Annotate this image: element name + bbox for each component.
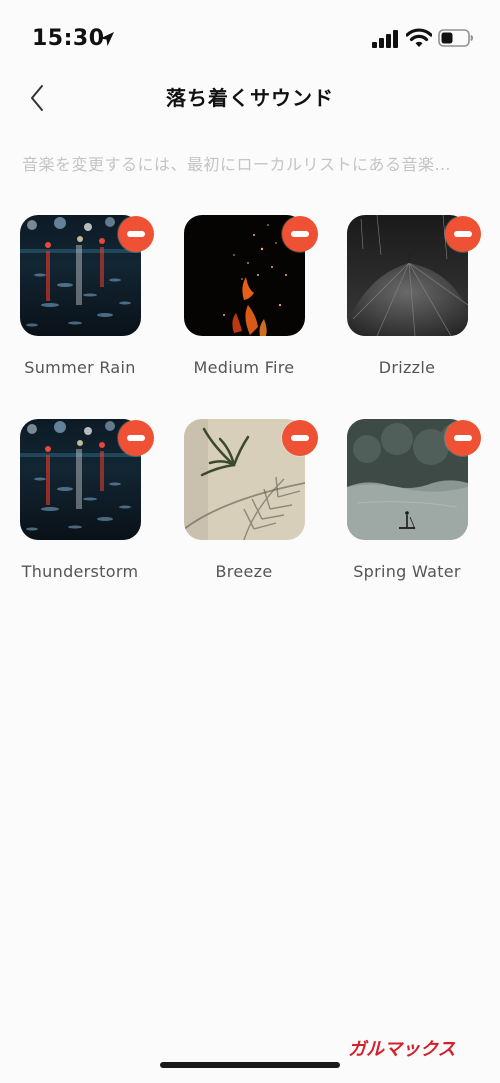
hint-text: 音楽を変更するには、最初にローカルリストにある音楽… bbox=[22, 155, 452, 174]
sound-label: Thunderstorm bbox=[21, 562, 139, 581]
minus-circle-icon bbox=[454, 231, 472, 237]
location-arrow-icon bbox=[100, 32, 114, 46]
minus-circle-icon bbox=[127, 435, 145, 441]
sound-label: Drizzle bbox=[378, 358, 436, 377]
sound-label: Summer Rain bbox=[24, 358, 136, 377]
sound-item-spring-water: Spring Water bbox=[327, 419, 487, 609]
sound-label: Medium Fire bbox=[193, 358, 295, 377]
status-bar: 15:30 bbox=[0, 0, 500, 80]
remove-button[interactable] bbox=[282, 420, 318, 456]
remove-button[interactable] bbox=[118, 216, 154, 252]
battery-icon bbox=[438, 29, 473, 47]
svg-text:ガルマックス: ガルマックス bbox=[348, 1039, 455, 1060]
minus-circle-icon bbox=[291, 435, 309, 441]
page-title: 落ち着くサウンド bbox=[166, 86, 334, 110]
navigation-header: 落ち着くサウンド bbox=[0, 70, 500, 126]
home-indicator bbox=[160, 1062, 340, 1068]
watermark-logo: ガルマックス bbox=[348, 1039, 455, 1060]
minus-circle-icon bbox=[291, 231, 309, 237]
remove-button[interactable] bbox=[445, 216, 481, 252]
minus-circle-icon bbox=[127, 231, 145, 237]
sound-label: Breeze bbox=[215, 562, 273, 581]
sound-item-drizzle: Drizzle bbox=[327, 215, 487, 405]
minus-circle-icon bbox=[454, 435, 472, 441]
sound-label: Spring Water bbox=[353, 562, 461, 581]
wifi-icon bbox=[406, 28, 432, 47]
signal-icon bbox=[372, 30, 398, 48]
remove-button[interactable] bbox=[282, 216, 318, 252]
remove-button[interactable] bbox=[445, 420, 481, 456]
sound-item-summer-rain: Summer Rain bbox=[0, 215, 160, 405]
sound-item-breeze: Breeze bbox=[164, 419, 324, 609]
sound-item-medium-fire: Medium Fire bbox=[164, 215, 324, 405]
remove-button[interactable] bbox=[118, 420, 154, 456]
status-time: 15:30 bbox=[32, 26, 105, 51]
sound-item-thunderstorm: Thunderstorm bbox=[0, 419, 160, 609]
